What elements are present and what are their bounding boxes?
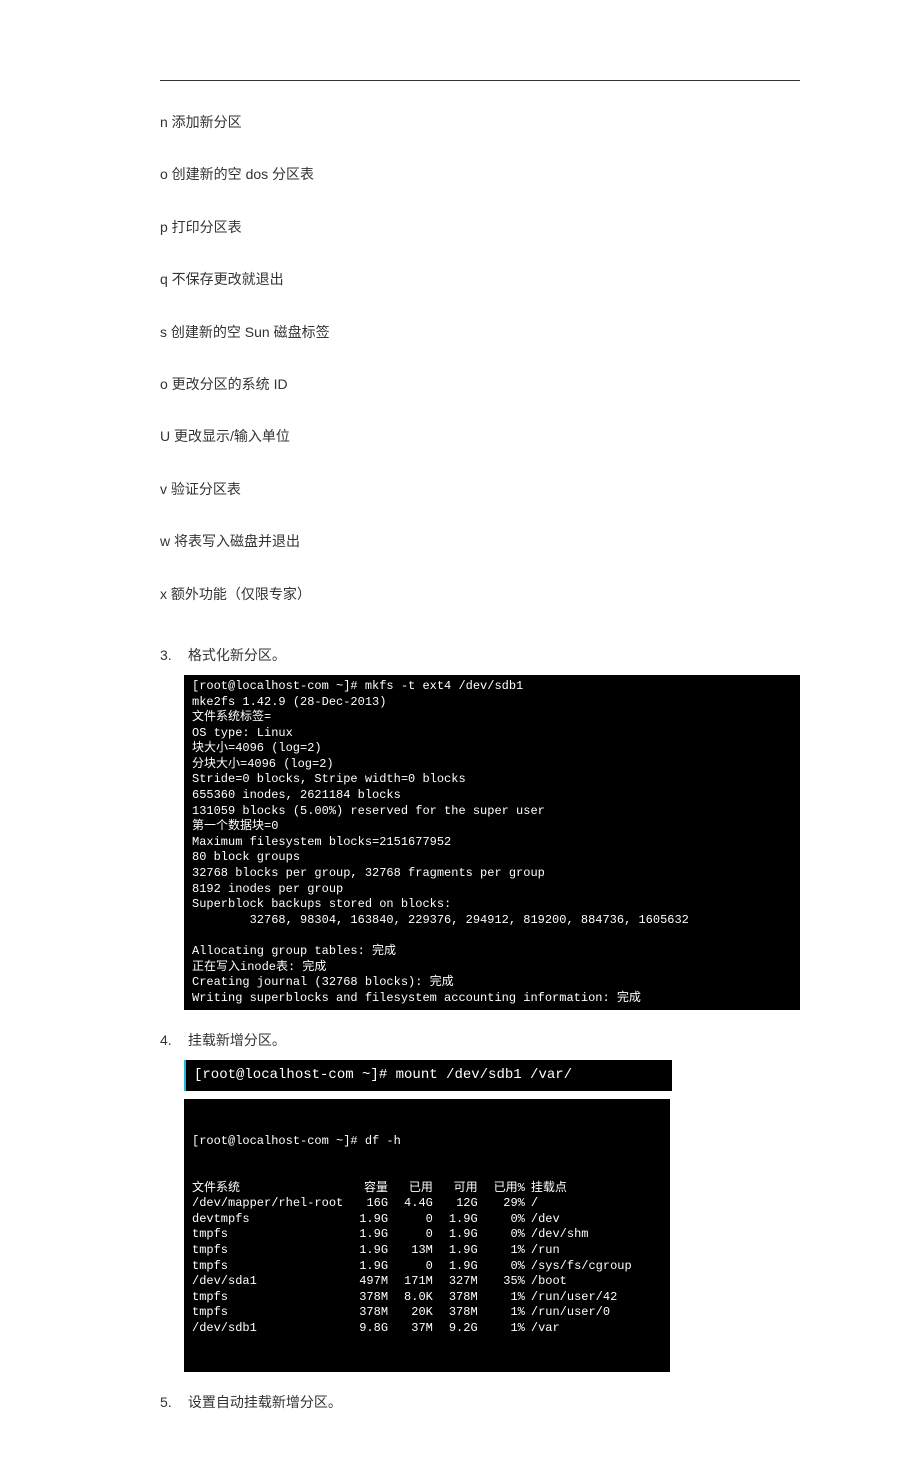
option-item: v 验证分区表 [160, 478, 800, 500]
option-item: o 创建新的空 dos 分区表 [160, 163, 800, 185]
df-table: 文件系统 容量 已用 可用 已用% 挂载点 /dev/mapper/rhel-r… [192, 1181, 638, 1337]
step-text: 设置自动挂载新增分区。 [188, 1394, 342, 1410]
step-number: 3. [160, 647, 184, 663]
table-row: tmpfs 1.9G 0 1.9G 0% /sys/fs/cgroup [192, 1259, 638, 1275]
option-item: p 打印分区表 [160, 216, 800, 238]
option-item: U 更改显示/输入单位 [160, 425, 800, 447]
fdisk-options-list: n 添加新分区 o 创建新的空 dos 分区表 p 打印分区表 q 不保存更改就… [160, 111, 800, 605]
table-row: tmpfs 378M 20K 378M 1% /run/user/0 [192, 1305, 638, 1321]
page-divider [160, 80, 800, 81]
df-header-usep: 已用% [484, 1181, 531, 1197]
table-row: /dev/sda1 497M 171M 327M 35% /boot [192, 1274, 638, 1290]
step-5: 5. 设置自动挂载新增分区。 [160, 1392, 800, 1412]
df-header-used: 已用 [394, 1181, 439, 1197]
table-row: tmpfs 378M 8.0K 378M 1% /run/user/42 [192, 1290, 638, 1306]
df-header-avail: 可用 [439, 1181, 484, 1197]
df-command-line: [root@localhost-com ~]# df -h [192, 1134, 662, 1150]
step-4: 4. 挂载新增分区。 [160, 1030, 800, 1050]
step-number: 5. [160, 1394, 184, 1410]
option-item: x 额外功能（仅限专家） [160, 583, 800, 605]
table-row: devtmpfs 1.9G 0 1.9G 0% /dev [192, 1212, 638, 1228]
step-text: 挂载新增分区。 [188, 1032, 286, 1048]
df-header-row: 文件系统 容量 已用 可用 已用% 挂载点 [192, 1181, 638, 1197]
step-3: 3. 格式化新分区。 [160, 645, 800, 665]
option-item: s 创建新的空 Sun 磁盘标签 [160, 321, 800, 343]
df-header-fs: 文件系统 [192, 1181, 349, 1197]
table-row: /dev/mapper/rhel-root 16G 4.4G 12G 29% / [192, 1196, 638, 1212]
option-item: w 将表写入磁盘并退出 [160, 530, 800, 552]
step-text: 格式化新分区。 [188, 647, 286, 663]
terminal-mount-cmd: [root@localhost-com ~]# mount /dev/sdb1 … [184, 1060, 672, 1090]
option-item: n 添加新分区 [160, 111, 800, 133]
df-header-mount: 挂载点 [531, 1181, 638, 1197]
table-row: /dev/sdb1 9.8G 37M 9.2G 1% /var [192, 1321, 638, 1337]
terminal-df-output: [root@localhost-com ~]# df -h 文件系统 容量 已用… [184, 1099, 670, 1372]
df-header-size: 容量 [349, 1181, 394, 1197]
table-row: tmpfs 1.9G 13M 1.9G 1% /run [192, 1243, 638, 1259]
table-row: tmpfs 1.9G 0 1.9G 0% /dev/shm [192, 1227, 638, 1243]
step-number: 4. [160, 1032, 184, 1048]
option-item: o 更改分区的系统 ID [160, 373, 800, 395]
terminal-mkfs-output: [root@localhost-com ~]# mkfs -t ext4 /de… [184, 675, 800, 1010]
option-item: q 不保存更改就退出 [160, 268, 800, 290]
